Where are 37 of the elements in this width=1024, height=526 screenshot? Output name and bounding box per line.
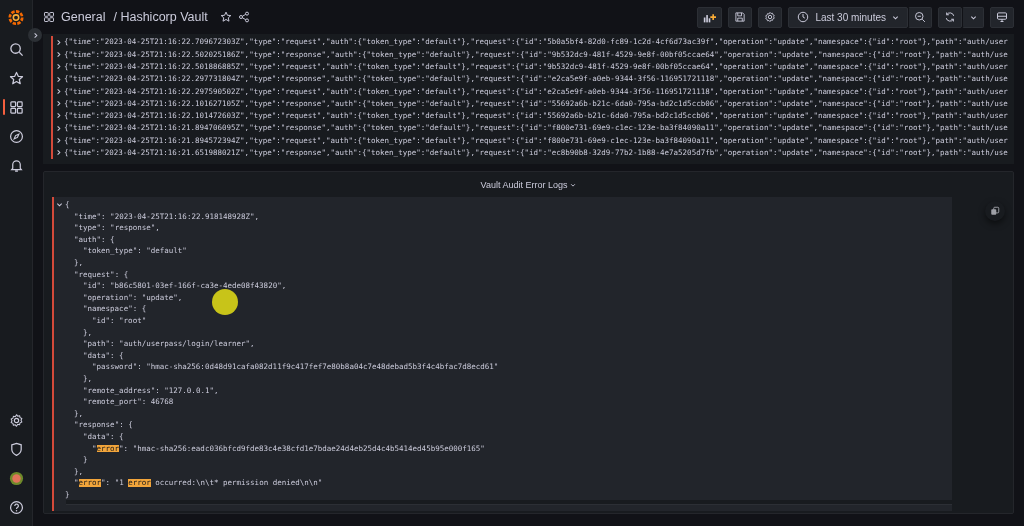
compass-icon bbox=[8, 128, 24, 144]
chevron-right-icon bbox=[31, 31, 39, 39]
add-panel-button[interactable] bbox=[697, 6, 723, 28]
refresh-icon bbox=[944, 11, 956, 23]
caret-icon bbox=[570, 181, 577, 188]
monitor-icon bbox=[996, 11, 1008, 23]
tv-mode-button[interactable] bbox=[990, 6, 1014, 28]
copy-icon bbox=[990, 206, 1000, 216]
refresh-button[interactable] bbox=[938, 6, 962, 28]
help-icon bbox=[8, 499, 24, 515]
star-icon[interactable] bbox=[219, 11, 232, 23]
save-icon bbox=[734, 11, 747, 23]
dashboards-icon bbox=[8, 99, 24, 115]
share-icon[interactable] bbox=[237, 11, 250, 23]
settings-icon bbox=[764, 11, 777, 23]
search-icon bbox=[8, 41, 24, 57]
dashboard-title: / Hashicorp Vault bbox=[113, 10, 208, 24]
breadcrumb-link[interactable]: General bbox=[61, 10, 106, 24]
logo-icon[interactable] bbox=[7, 8, 25, 26]
dashboards-icon bbox=[43, 11, 55, 23]
bell-icon bbox=[8, 157, 24, 173]
clock-icon bbox=[797, 11, 810, 23]
copy-button[interactable] bbox=[985, 201, 1005, 221]
save-button[interactable] bbox=[728, 6, 753, 28]
expand-menu-button[interactable] bbox=[28, 28, 42, 42]
zoom-out-button[interactable] bbox=[908, 6, 932, 28]
shield-icon bbox=[8, 441, 24, 457]
avatar-icon bbox=[8, 470, 24, 486]
chevron-down-icon[interactable] bbox=[56, 201, 63, 209]
caret-icon bbox=[969, 13, 977, 21]
star-icon bbox=[8, 70, 24, 86]
settings-button[interactable] bbox=[758, 6, 783, 28]
settings-icon bbox=[8, 412, 24, 428]
time-range-picker[interactable]: Last 30 minutes bbox=[788, 6, 908, 28]
caret-icon bbox=[892, 13, 899, 21]
panel-title[interactable]: Vault Audit Error Logs bbox=[480, 179, 577, 190]
zoom-out-icon bbox=[914, 11, 926, 23]
